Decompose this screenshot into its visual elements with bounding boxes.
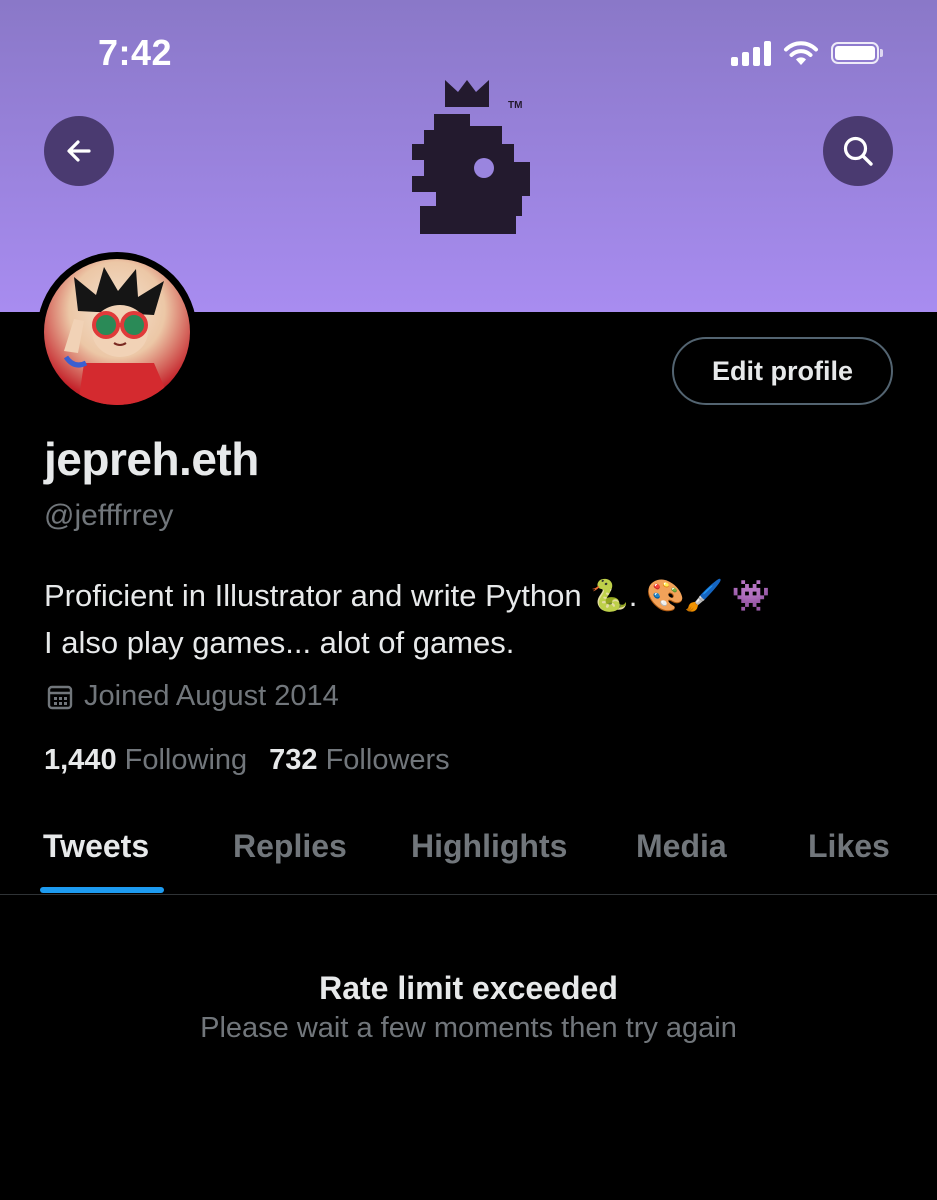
joined-date: Joined August 2014 — [46, 680, 339, 713]
followers-link[interactable]: 732 Followers — [269, 744, 450, 777]
bio-line: Proficient in Illustrator and write Pyth… — [44, 578, 771, 613]
rate-limit-title: Rate limit exceeded — [319, 970, 618, 1006]
status-icons — [731, 38, 883, 68]
edit-profile-button[interactable]: Edit profile — [672, 337, 893, 405]
tab-highlights[interactable]: Highlights — [411, 828, 567, 865]
profile-tabs: Tweets Replies Highlights Media Likes — [0, 800, 937, 895]
search-icon — [843, 136, 873, 166]
battery-icon — [831, 42, 883, 64]
following-link[interactable]: 1,440 Following — [44, 744, 247, 777]
search-button[interactable] — [823, 116, 893, 186]
followers-label: Followers — [325, 744, 450, 776]
avatar[interactable] — [37, 252, 197, 412]
arrow-left-icon — [67, 140, 91, 162]
trademark-text: TM — [508, 100, 522, 111]
following-count: 1,440 — [44, 744, 117, 776]
tab-tweets[interactable]: Tweets — [43, 828, 149, 865]
profile-bio: Proficient in Illustrator and write Pyth… — [44, 572, 904, 666]
avatar-image — [44, 259, 190, 405]
calendar-icon — [47, 685, 73, 709]
joined-text: Joined August 2014 — [84, 680, 339, 712]
following-label: Following — [124, 744, 248, 776]
rate-limit-subtitle: Please wait a few moments then try again — [200, 1012, 737, 1044]
display-name: jepreh.eth — [44, 433, 259, 485]
active-tab-indicator — [40, 887, 164, 893]
back-button[interactable] — [44, 116, 114, 186]
tab-replies[interactable]: Replies — [233, 828, 347, 865]
user-handle: @jefffrrey — [44, 499, 174, 532]
status-time: 7:42 — [98, 32, 173, 73]
follow-stats: 1,440 Following 732 Followers — [44, 744, 450, 777]
tab-media[interactable]: Media — [636, 828, 727, 865]
wifi-icon — [784, 41, 818, 65]
crowned-creature-logo: TM — [412, 80, 530, 234]
followers-count: 732 — [269, 744, 318, 776]
tab-likes[interactable]: Likes — [808, 828, 890, 865]
bio-line: I also play games... alot of games. — [44, 625, 515, 660]
cellular-signal-icon — [731, 40, 771, 66]
